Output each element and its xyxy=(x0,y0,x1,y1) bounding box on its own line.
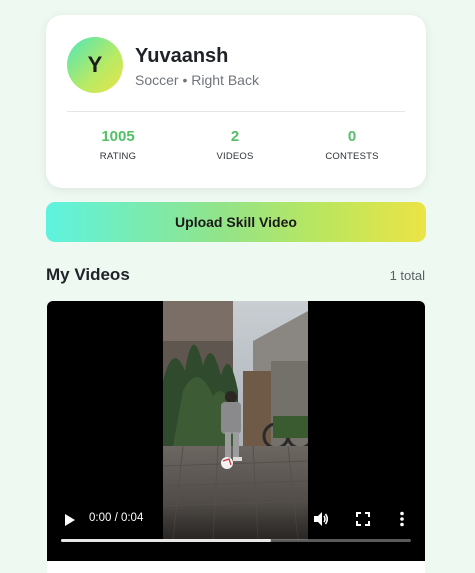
stat-contests-value: 0 xyxy=(347,128,357,145)
progress-buffered xyxy=(61,539,271,542)
time-display: 0:00 / 0:04 xyxy=(89,512,144,524)
stat-rating-value: 1005 xyxy=(101,128,135,145)
divider xyxy=(67,111,405,112)
stat-rating: 1005 RATING xyxy=(58,128,178,162)
video-player[interactable]: 0:00 / 0:04 xyxy=(47,301,425,561)
volume-icon[interactable] xyxy=(313,511,329,527)
stat-contests-label: CONTESTS xyxy=(325,151,379,162)
section-title: My Videos xyxy=(46,265,130,284)
stat-videos-value: 2 xyxy=(230,128,240,145)
stat-videos: 2 VIDEOS xyxy=(175,128,295,162)
profile-card: Y Yuvaansh Soccer • Right Back 1005 RATI… xyxy=(46,15,426,188)
user-sport-position: Soccer • Right Back xyxy=(135,72,259,88)
profile-page: Y Yuvaansh Soccer • Right Back 1005 RATI… xyxy=(0,0,475,573)
progress-bar[interactable] xyxy=(61,539,411,542)
play-icon[interactable] xyxy=(64,513,76,527)
stat-rating-label: RATING xyxy=(99,151,137,162)
stats-row: 1005 RATING 2 VIDEOS 0 CONTESTS xyxy=(46,128,426,168)
avatar: Y xyxy=(67,37,123,93)
stat-videos-label: VIDEOS xyxy=(216,151,254,162)
fullscreen-icon[interactable] xyxy=(356,512,370,526)
upload-skill-video-button[interactable]: Upload Skill Video xyxy=(46,202,426,242)
video-card-footer xyxy=(47,561,425,573)
stat-contests: 0 CONTESTS xyxy=(292,128,412,162)
user-name: Yuvaansh xyxy=(135,45,229,67)
video-count: 1 total xyxy=(389,268,425,283)
more-options-icon[interactable] xyxy=(399,511,405,527)
